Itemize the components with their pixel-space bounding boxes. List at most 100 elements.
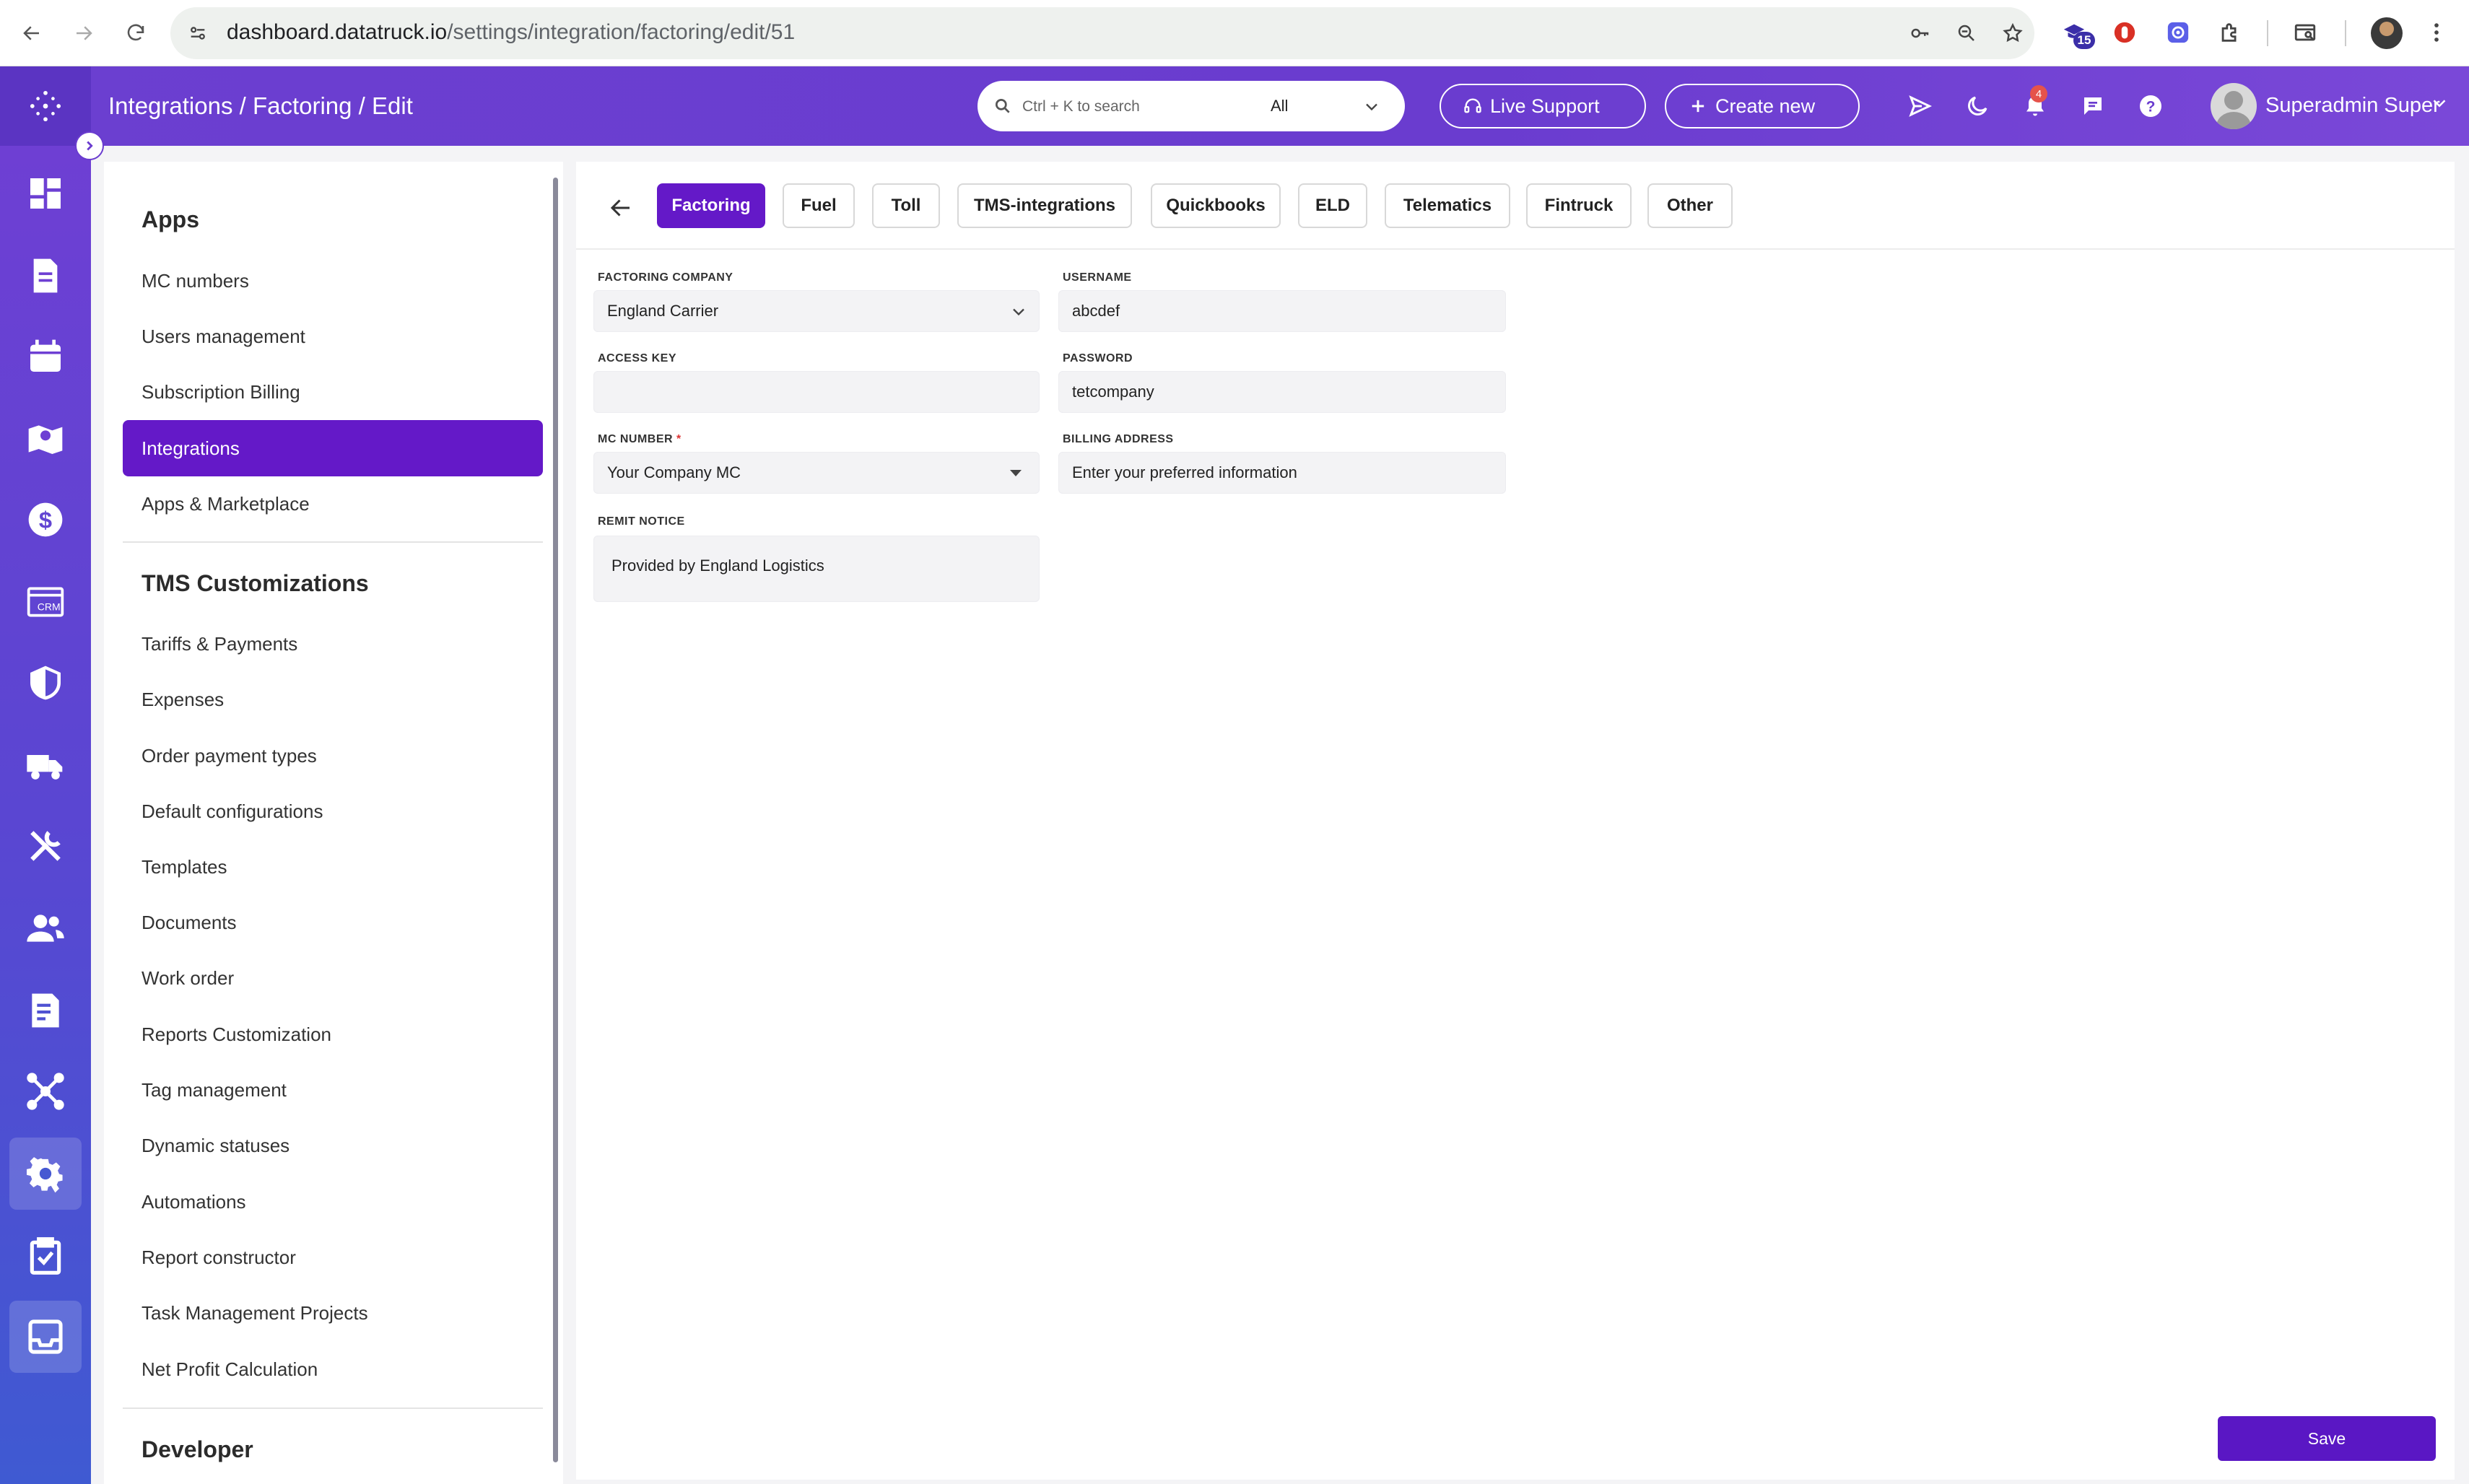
live-support-button[interactable]: Live Support xyxy=(1440,84,1646,128)
mc-number-select[interactable]: Your Company MC xyxy=(593,452,1040,494)
menu-item-users-management[interactable]: Users management xyxy=(123,308,543,365)
extension-red-icon[interactable] xyxy=(2108,16,2141,49)
zoom-icon[interactable] xyxy=(1952,19,1981,48)
access-key-input[interactable] xyxy=(593,371,1040,413)
security-shield-icon[interactable] xyxy=(9,647,82,719)
caret-down-icon xyxy=(1010,470,1022,476)
search-placeholder: Ctrl + K to search xyxy=(1022,98,1140,115)
menu-item-expenses[interactable]: Expenses xyxy=(123,671,543,728)
chevron-down-icon xyxy=(1013,308,1024,316)
menu-item-templates[interactable]: Templates xyxy=(123,839,543,895)
menu-item-default-configurations[interactable]: Default configurations xyxy=(123,783,543,839)
back-arrow-icon[interactable] xyxy=(605,192,637,224)
maintenance-tools-icon[interactable] xyxy=(9,810,82,882)
global-search[interactable]: Ctrl + K to search All xyxy=(977,81,1405,131)
reports-icon[interactable] xyxy=(9,974,82,1047)
menu-item-apps-marketplace[interactable]: Apps & Marketplace xyxy=(123,476,543,532)
inbox-icon[interactable] xyxy=(9,1301,82,1373)
username-input[interactable]: abcdef xyxy=(1058,290,1506,332)
extension-blue-icon[interactable] xyxy=(2161,16,2195,49)
menu-heading-apps: Apps xyxy=(141,206,199,232)
password-input[interactable]: tetcompany xyxy=(1058,371,1506,413)
user-name[interactable]: Superadmin Super xyxy=(2265,94,2440,118)
menu-item-documents[interactable]: Documents xyxy=(123,894,543,951)
tab-other[interactable]: Other xyxy=(1647,183,1733,228)
help-icon[interactable]: ? xyxy=(2134,90,2167,123)
tasks-clipboard-icon[interactable] xyxy=(9,1220,82,1292)
menu-item-task-management-projects[interactable]: Task Management Projects xyxy=(123,1285,543,1341)
menu-item-reports-customization[interactable]: Reports Customization xyxy=(123,1006,543,1062)
tab-search-icon[interactable] xyxy=(2289,16,2322,49)
menu-item-net-profit-calculation[interactable]: Net Profit Calculation xyxy=(123,1341,543,1397)
factoring-company-value: England Carrier xyxy=(607,302,719,320)
tab-fuel[interactable]: Fuel xyxy=(783,183,855,228)
tab-tms-integrations[interactable]: TMS-integrations xyxy=(957,183,1132,228)
site-settings-icon[interactable] xyxy=(183,19,212,48)
settings-gear-icon[interactable] xyxy=(9,1138,82,1210)
extension-badge: 15 xyxy=(2073,32,2095,49)
extension-cap-icon[interactable]: 15 xyxy=(2058,16,2095,49)
menu-divider xyxy=(123,1407,543,1409)
menu-item-tag-management[interactable]: Tag management xyxy=(123,1062,543,1118)
bookmark-star-icon[interactable] xyxy=(1998,19,2027,48)
dark-mode-moon-icon[interactable] xyxy=(1961,90,1994,123)
chat-icon[interactable] xyxy=(2076,90,2109,123)
menu-item-work-order[interactable]: Work order xyxy=(123,950,543,1006)
menu-item-integrations[interactable]: Integrations xyxy=(123,420,543,476)
browser-profile-avatar[interactable] xyxy=(2371,17,2403,49)
create-new-label: Create new xyxy=(1715,95,1816,117)
password-value: tetcompany xyxy=(1072,383,1154,401)
menu-heading-developer: Developer xyxy=(141,1436,253,1462)
access-key-label: ACCESS KEY xyxy=(598,352,677,365)
calendar-icon[interactable] xyxy=(9,320,82,393)
menu-item-mc-numbers[interactable]: MC numbers xyxy=(123,253,543,309)
password-key-icon[interactable] xyxy=(1906,19,1935,48)
truck-icon[interactable] xyxy=(9,729,82,801)
tab-factoring[interactable]: Factoring xyxy=(657,183,765,228)
dashboard-icon[interactable] xyxy=(9,157,82,230)
menu-divider xyxy=(123,541,543,543)
password-label: PASSWORD xyxy=(1063,352,1133,365)
headset-icon xyxy=(1464,98,1481,113)
menu-item-subscription-billing[interactable]: Subscription Billing xyxy=(123,364,543,420)
map-pin-icon[interactable] xyxy=(9,403,82,475)
extensions-puzzle-icon[interactable] xyxy=(2213,16,2247,49)
forward-arrow-icon[interactable] xyxy=(66,16,101,51)
integration-edit-panel xyxy=(576,162,2455,1480)
search-scope-select[interactable]: All xyxy=(1271,97,1288,115)
tab-toll[interactable]: Toll xyxy=(872,183,940,228)
remit-notice-textarea[interactable]: Provided by England Logistics xyxy=(593,536,1040,602)
tab-fintruck[interactable]: Fintruck xyxy=(1526,183,1632,228)
chevron-down-icon[interactable] xyxy=(1362,97,1382,117)
menu-item-tariffs-payments[interactable]: Tariffs & Payments xyxy=(123,616,543,672)
collapse-toggle-chevron-icon[interactable] xyxy=(75,131,104,160)
user-avatar[interactable] xyxy=(2211,83,2257,129)
app-logo[interactable] xyxy=(0,66,91,146)
integrations-network-icon[interactable] xyxy=(9,1055,82,1127)
svg-text:CRM: CRM xyxy=(38,601,61,613)
menu-item-report-constructor[interactable]: Report constructor xyxy=(123,1229,543,1286)
reload-icon[interactable] xyxy=(118,16,153,51)
user-menu-chevron-icon[interactable] xyxy=(2429,92,2450,114)
menu-item-dynamic-statuses[interactable]: Dynamic statuses xyxy=(123,1117,543,1174)
menu-item-automations[interactable]: Automations xyxy=(123,1174,543,1230)
factoring-company-select[interactable]: England Carrier xyxy=(593,290,1040,332)
address-bar[interactable]: dashboard.datatruck.io/settings/integrat… xyxy=(170,7,2034,59)
save-button[interactable]: Save xyxy=(2218,1416,2436,1461)
create-new-button[interactable]: Create new xyxy=(1665,84,1860,128)
logo-icon xyxy=(30,90,61,122)
billing-dollar-icon[interactable]: $ xyxy=(9,484,82,556)
back-arrow-icon[interactable] xyxy=(14,16,49,51)
tab-quickbooks[interactable]: Quickbooks xyxy=(1151,183,1281,228)
documents-icon[interactable] xyxy=(9,240,82,312)
users-group-icon[interactable] xyxy=(9,892,82,964)
settings-menu-scrollbar[interactable] xyxy=(553,178,558,1462)
menu-item-order-payment-types[interactable]: Order payment types xyxy=(123,728,543,784)
billing-address-value: Enter your preferred information xyxy=(1072,463,1297,481)
tab-telematics[interactable]: Telematics xyxy=(1385,183,1510,228)
send-icon[interactable] xyxy=(1903,90,1936,123)
browser-menu-icon[interactable] xyxy=(2420,16,2453,49)
crm-icon[interactable]: CRM xyxy=(9,566,82,638)
billing-address-input[interactable]: Enter your preferred information xyxy=(1058,452,1506,494)
tab-eld[interactable]: ELD xyxy=(1298,183,1367,228)
